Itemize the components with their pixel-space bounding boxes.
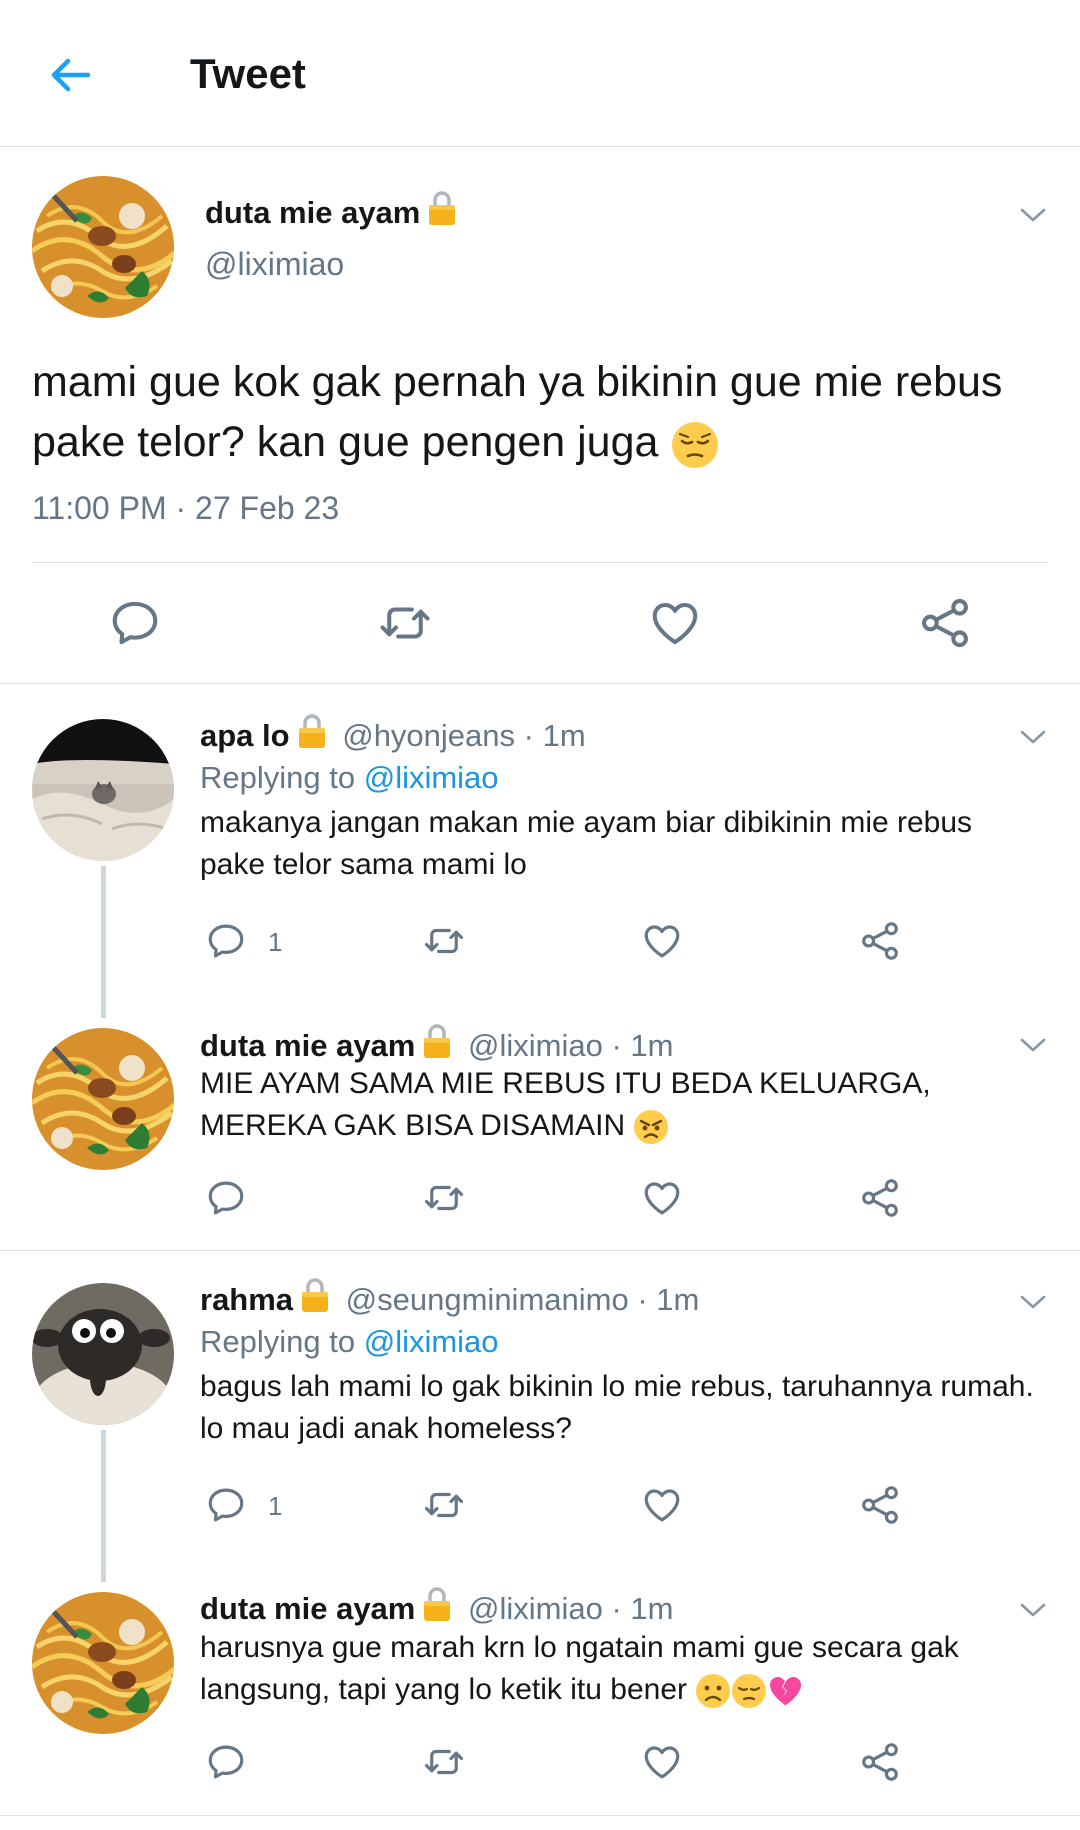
reply-author-name[interactable]: duta mie ayam: [200, 1591, 415, 1626]
reply-author-name[interactable]: apa lo: [200, 718, 290, 753]
reply-header: duta mie ayam @liximiao · 1m: [200, 1586, 673, 1627]
retweet-icon[interactable]: [423, 1741, 465, 1783]
avatar-cat-image: [32, 719, 174, 861]
retweet-icon[interactable]: [423, 1484, 465, 1526]
replying-to-label: Replying to: [200, 1324, 356, 1359]
avatar[interactable]: [32, 1283, 174, 1425]
reply-count: 1: [268, 927, 283, 957]
replying-to-handle-link[interactable]: @liximiao: [364, 760, 499, 795]
author-name[interactable]: duta mie ayam: [205, 190, 456, 231]
chevron-down-icon[interactable]: [1018, 1035, 1048, 1055]
share-icon[interactable]: [859, 1484, 901, 1526]
reply-text-body: MIE AYAM SAMA MIE REBUS ITU BEDA KELUARG…: [200, 1067, 931, 1142]
avatar-noodle-image: [32, 1592, 174, 1734]
avatar-noodle-image: [32, 176, 174, 318]
like-icon[interactable]: [641, 920, 683, 962]
chevron-down-icon[interactable]: [1018, 205, 1048, 225]
thread-line: [101, 1430, 106, 1582]
replying-to: Replying to @liximiao: [200, 1324, 499, 1360]
divider: [0, 1250, 1080, 1251]
meta-separator: ·: [602, 1591, 631, 1626]
retweet-icon[interactable]: [378, 596, 432, 650]
pensive-face-emoji-icon: [672, 421, 719, 468]
reply-author-name[interactable]: rahma: [200, 1282, 293, 1317]
thread-line: [101, 866, 106, 1018]
frowning-face-emoji-icon: [696, 1674, 731, 1709]
reply-text: harusnya gue marah krn lo ngatain mami g…: [200, 1627, 1040, 1711]
replying-to: Replying to @liximiao: [200, 760, 499, 796]
divider: [0, 1815, 1080, 1816]
tweet-timestamp: 11:00 PM · 27 Feb 23: [32, 490, 339, 527]
reply-count: 1: [268, 1491, 283, 1521]
like-icon[interactable]: [641, 1741, 683, 1783]
like-icon[interactable]: [641, 1177, 683, 1219]
reply-header: rahma @seungminimanimo · 1m: [200, 1277, 699, 1318]
reply-icon[interactable]: [108, 596, 162, 650]
meta-separator: ·: [602, 1028, 631, 1063]
replying-to-handle-link[interactable]: @liximiao: [364, 1324, 499, 1359]
lock-icon: [301, 1277, 329, 1313]
divider: [32, 562, 1048, 563]
lock-icon: [428, 190, 456, 226]
tweet-time: 11:00 PM: [32, 490, 167, 526]
reply-icon[interactable]: [205, 1741, 247, 1783]
pensive-face-emoji-icon: [732, 1674, 767, 1709]
chevron-down-icon[interactable]: [1018, 727, 1048, 747]
reply-author-handle[interactable]: @seungminimanimo: [346, 1282, 629, 1317]
reply-icon[interactable]: [205, 1177, 247, 1219]
broken-heart-emoji-icon: [770, 1677, 802, 1706]
avatar[interactable]: [32, 176, 174, 318]
top-bar: Tweet: [0, 0, 1080, 147]
chevron-down-icon[interactable]: [1018, 1600, 1048, 1620]
meta-separator: ·: [166, 490, 196, 526]
like-icon[interactable]: [641, 1484, 683, 1526]
reply-text: makanya jangan makan mie ayam biar dibik…: [200, 806, 973, 881]
reply-header: duta mie ayam @liximiao · 1m: [200, 1023, 673, 1064]
meta-separator: ·: [515, 718, 543, 753]
meta-separator: ·: [628, 1282, 657, 1317]
reply-text-body: harusnya gue marah krn lo ngatain mami g…: [200, 1631, 959, 1706]
divider: [0, 683, 1080, 684]
avatar[interactable]: [32, 1028, 174, 1170]
like-icon[interactable]: [648, 596, 702, 650]
reply-icon[interactable]: [205, 920, 247, 962]
tweet-text: mami gue kok gak pernah ya bikinin gue m…: [32, 352, 1052, 472]
share-icon[interactable]: [918, 596, 972, 650]
retweet-icon[interactable]: [423, 920, 465, 962]
reply-icon[interactable]: [205, 1484, 247, 1526]
tweet-date: 27 Feb 23: [195, 490, 340, 526]
reply-time: 1m: [630, 1028, 674, 1063]
lock-icon: [298, 713, 326, 749]
retweet-icon[interactable]: [423, 1177, 465, 1219]
back-arrow-icon[interactable]: [46, 50, 96, 100]
avatar[interactable]: [32, 719, 174, 861]
avatar[interactable]: [32, 1592, 174, 1734]
avatar-sheep-image: [32, 1283, 174, 1425]
reply-author-handle[interactable]: @hyonjeans: [342, 718, 515, 753]
author-handle[interactable]: @liximiao: [205, 246, 344, 283]
lock-icon: [423, 1023, 451, 1059]
avatar-noodle-image: [32, 1028, 174, 1170]
reply-time: 1m: [656, 1282, 700, 1317]
reply-author-handle[interactable]: @liximiao: [468, 1591, 603, 1626]
page-title: Tweet: [190, 50, 306, 97]
replying-to-label: Replying to: [200, 760, 356, 795]
angry-face-emoji-icon: [634, 1110, 669, 1145]
reply-time: 1m: [630, 1591, 674, 1626]
share-icon[interactable]: [859, 1741, 901, 1783]
lock-icon: [423, 1586, 451, 1622]
reply-author-handle[interactable]: @liximiao: [468, 1028, 603, 1063]
author-name-label: duta mie ayam: [205, 195, 421, 230]
reply-text: bagus lah mami lo gak bikinin lo mie reb…: [200, 1370, 1034, 1445]
tweet-text-body: mami gue kok gak pernah ya bikinin gue m…: [32, 358, 1003, 466]
share-icon[interactable]: [859, 920, 901, 962]
reply-time: 1m: [542, 718, 586, 753]
share-icon[interactable]: [859, 1177, 901, 1219]
reply-author-name[interactable]: duta mie ayam: [200, 1028, 415, 1063]
reply-header: apa lo @hyonjeans · 1m: [200, 713, 586, 754]
chevron-down-icon[interactable]: [1018, 1292, 1048, 1312]
reply-text: MIE AYAM SAMA MIE REBUS ITU BEDA KELUARG…: [200, 1063, 1040, 1147]
